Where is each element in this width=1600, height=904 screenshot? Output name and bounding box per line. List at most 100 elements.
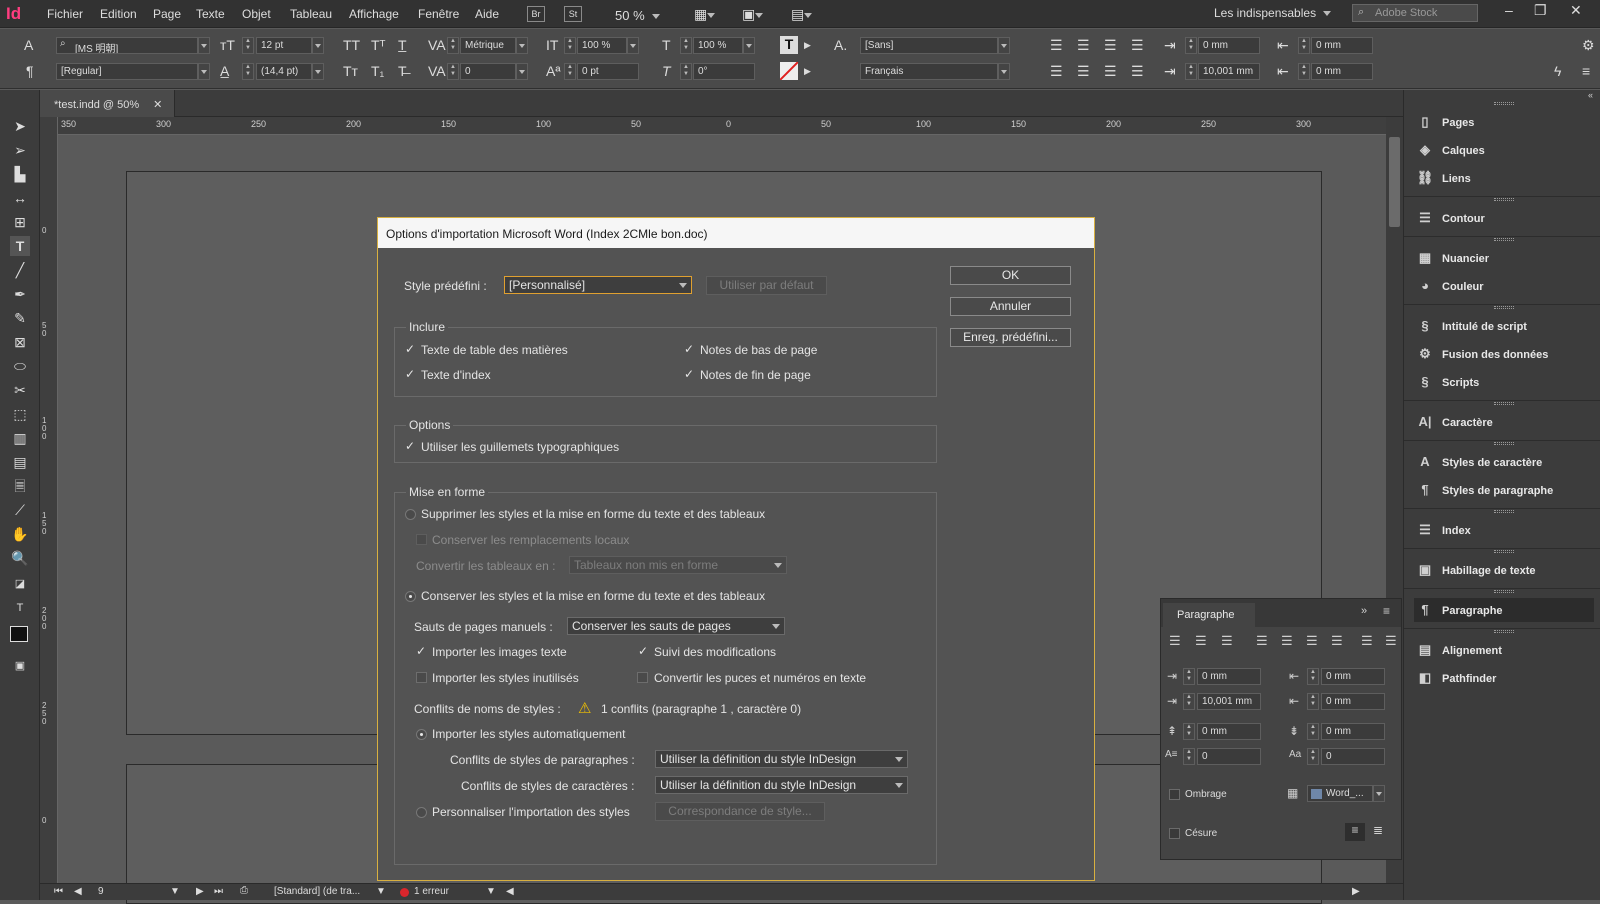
grid-align-icon[interactable]: ≣: [1373, 823, 1383, 837]
footnotes-checkbox[interactable]: ✓: [684, 343, 696, 355]
auto-import-radio[interactable]: [416, 729, 427, 740]
panel-scripts[interactable]: § Scripts: [1414, 370, 1594, 394]
tracking-field[interactable]: 0: [460, 63, 516, 80]
character-style-dropdown[interactable]: [998, 37, 1010, 54]
last-line-indent-stepper[interactable]: ▲ ▼: [1298, 63, 1310, 80]
vertical-scale-stepper[interactable]: ▲ ▼: [564, 37, 576, 54]
pp-align-center-icon[interactable]: ☰: [1195, 633, 1207, 649]
expand-panel-icon[interactable]: »: [1361, 605, 1367, 617]
skew-field[interactable]: 0°: [693, 63, 755, 80]
ellipse-tool-icon[interactable]: ⬭: [10, 356, 30, 376]
panel-group-grip[interactable]: [1494, 102, 1514, 105]
direct-selection-tool-icon[interactable]: ➢: [10, 140, 30, 160]
shading-checkbox[interactable]: [1169, 789, 1180, 800]
first-line-indent-stepper[interactable]: ▲ ▼: [1185, 63, 1197, 80]
pp-left-indent-stepper[interactable]: ▲ ▼: [1183, 668, 1195, 685]
menu-edition[interactable]: Edition: [100, 7, 137, 21]
pp-left-indent-field[interactable]: 0 mm: [1197, 668, 1261, 685]
para-conflicts-select[interactable]: Utiliser la définition du style InDesign: [655, 750, 908, 768]
pp-drop-cap-chars-stepper[interactable]: ▲ ▼: [1307, 748, 1319, 765]
pp-align-right-icon[interactable]: ☰: [1221, 633, 1233, 649]
kerning-stepper[interactable]: ▲ ▼: [447, 37, 459, 54]
formatting-container-icon[interactable]: T: [10, 598, 30, 618]
char-conflicts-select[interactable]: Utiliser la définition du style InDesign: [655, 776, 908, 794]
page-dropdown-icon[interactable]: ▼: [170, 886, 180, 897]
panel-menu-icon[interactable]: ≡: [1383, 604, 1390, 618]
hand-tool-icon[interactable]: ✋: [10, 524, 30, 544]
screen-mode-tool-icon[interactable]: ▣: [10, 656, 30, 676]
last-line-indent-field[interactable]: 0 mm: [1311, 63, 1373, 80]
stock-button[interactable]: St: [564, 6, 582, 22]
normal-mode-icon[interactable]: [10, 626, 28, 642]
panel-paragraphe[interactable]: ¶ Paragraphe: [1414, 598, 1594, 622]
bullets-checkbox[interactable]: [637, 672, 648, 683]
screen-mode-icon[interactable]: ▣: [742, 6, 764, 22]
align-left-icon[interactable]: ☰: [1050, 37, 1063, 53]
vertical-scale-field[interactable]: 100 %: [577, 37, 627, 54]
shading-grid-icon[interactable]: ▦: [1287, 786, 1298, 800]
tracking-dropdown[interactable]: [516, 63, 528, 80]
justify-left-icon[interactable]: ☰: [1050, 63, 1063, 79]
first-line-indent-field[interactable]: 10,001 mm: [1198, 63, 1260, 80]
pp-right-indent-stepper[interactable]: ▲ ▼: [1307, 668, 1319, 685]
pp-justify-all-icon[interactable]: ☰: [1331, 633, 1343, 649]
workspace-switcher[interactable]: Les indispensables: [1214, 6, 1331, 20]
hscroll-left-icon[interactable]: ◀: [506, 886, 514, 897]
stroke-menu-arrow-icon[interactable]: ▶: [804, 63, 811, 79]
menu-tableau[interactable]: Tableau: [290, 7, 332, 21]
pp-first-line-field[interactable]: 10,001 mm: [1197, 693, 1261, 710]
pencil-tool-icon[interactable]: ✎: [10, 308, 30, 328]
font-style-dropdown[interactable]: [198, 63, 210, 80]
menu-affichage[interactable]: Affichage: [349, 7, 399, 21]
minimize-icon[interactable]: –: [1505, 2, 1513, 18]
paragraph-mode-icon[interactable]: ¶: [26, 63, 34, 79]
pp-last-line-field[interactable]: 0 mm: [1321, 693, 1385, 710]
bridge-button[interactable]: Br: [527, 6, 545, 22]
customize-import-radio[interactable]: [416, 807, 427, 818]
baseline-shift-field[interactable]: 0 pt: [577, 63, 639, 80]
preserve-styles-radio[interactable]: [405, 591, 416, 602]
style-mapping-button[interactable]: Correspondance de style...: [655, 802, 825, 821]
note-tool-icon[interactable]: 🗏: [10, 476, 30, 496]
smart-quotes-checkbox[interactable]: ✓: [405, 440, 417, 452]
horizontal-scale-dropdown[interactable]: [743, 37, 755, 54]
view-options-icon[interactable]: ▦: [694, 6, 716, 22]
panel-group-grip[interactable]: [1494, 550, 1514, 553]
panel-intitule-de-script[interactable]: § Intitulé de script: [1414, 314, 1594, 338]
panel-styles-de-paragraphe[interactable]: ¶ Styles de paragraphe: [1414, 478, 1594, 502]
left-indent-field[interactable]: 0 mm: [1198, 37, 1260, 54]
pp-drop-cap-lines-field[interactable]: 0: [1197, 748, 1261, 765]
shading-swatch-field[interactable]: Word_...: [1307, 785, 1373, 802]
next-page-icon[interactable]: ▶: [196, 886, 204, 897]
zoom-level[interactable]: 50 %: [615, 8, 660, 23]
menu-texte[interactable]: Texte: [196, 7, 225, 21]
pp-align-left-icon[interactable]: ☰: [1169, 633, 1181, 649]
panel-fusion-des-donnees[interactable]: ⚙ Fusion des données: [1414, 342, 1594, 366]
panel-styles-de-caractere[interactable]: A Styles de caractère: [1414, 450, 1594, 474]
leading-stepper[interactable]: ▲ ▼: [242, 63, 254, 80]
text-fill-icon[interactable]: T: [780, 36, 798, 54]
panel-calques[interactable]: ◈ Calques: [1414, 138, 1594, 162]
pp-away-spine-icon[interactable]: ☰: [1385, 633, 1397, 649]
panel-alignement[interactable]: ▤ Alignement: [1414, 638, 1594, 662]
pp-space-before-stepper[interactable]: ▲ ▼: [1183, 723, 1195, 740]
left-indent-stepper[interactable]: ▲ ▼: [1185, 37, 1197, 54]
fill-stroke-swatch-icon[interactable]: ◪: [10, 574, 30, 594]
close-tab-icon[interactable]: ✕: [153, 99, 162, 111]
stock-search-input[interactable]: ⌕ Adobe Stock: [1352, 4, 1478, 22]
character-style-field[interactable]: [Sans]: [860, 37, 998, 54]
pp-space-before-field[interactable]: 0 mm: [1197, 723, 1261, 740]
page-number-field[interactable]: 9: [98, 886, 104, 897]
small-caps-icon[interactable]: Tт: [343, 63, 358, 79]
page-breaks-select[interactable]: Conserver les sauts de pages: [567, 617, 785, 635]
right-indent-field[interactable]: 0 mm: [1311, 37, 1373, 54]
panel-pages[interactable]: ▯ Pages: [1414, 110, 1594, 134]
ok-button[interactable]: OK: [950, 266, 1071, 285]
pp-drop-cap-chars-field[interactable]: 0: [1321, 748, 1385, 765]
preflight-profile[interactable]: [Standard] (de tra...: [274, 886, 360, 897]
pp-first-line-stepper[interactable]: ▲ ▼: [1183, 693, 1195, 710]
align-center-icon[interactable]: ☰: [1077, 37, 1090, 53]
baseline-shift-stepper[interactable]: ▲ ▼: [564, 63, 576, 80]
pp-justify-right-icon[interactable]: ☰: [1306, 633, 1318, 649]
remove-styles-radio[interactable]: [405, 509, 416, 520]
